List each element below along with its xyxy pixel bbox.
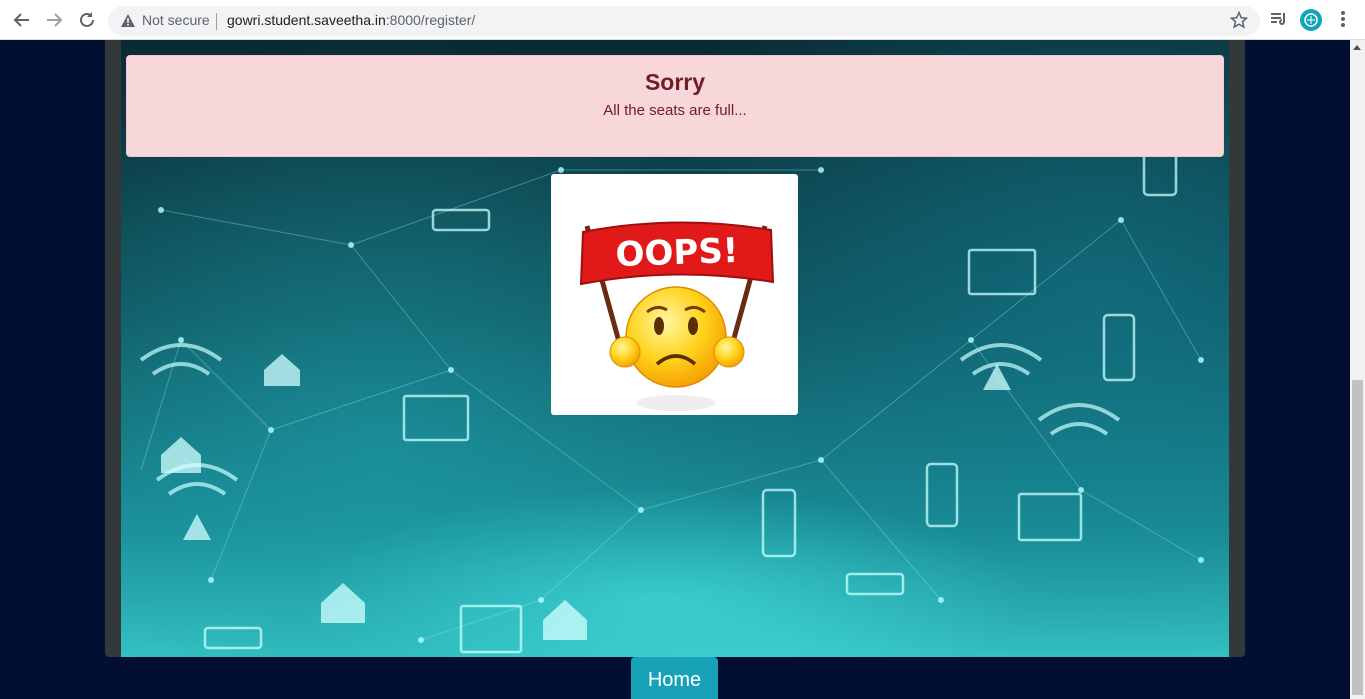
home-button[interactable]: Home (631, 657, 718, 699)
banner-text: OOPS! (615, 231, 739, 275)
error-alert: Sorry All the seats are full... (126, 55, 1224, 157)
browser-toolbar: Not secure gowri.student.saveetha.in:800… (0, 0, 1365, 40)
url-path: :8000/register/ (385, 12, 476, 28)
address-bar[interactable]: Not secure gowri.student.saveetha.in:800… (108, 6, 1260, 36)
profile-avatar-icon[interactable] (1300, 9, 1322, 35)
back-arrow-icon[interactable] (12, 10, 32, 30)
divider (216, 13, 217, 30)
page-scrollbar[interactable] (1350, 40, 1365, 699)
media-playlist-icon[interactable] (1270, 10, 1288, 32)
security-status[interactable]: Not secure (142, 12, 210, 28)
reload-icon[interactable] (77, 10, 97, 30)
alert-message: All the seats are full... (603, 102, 747, 119)
url-host: gowri.student.saveetha.in (227, 12, 386, 28)
scrollbar-thumb[interactable] (1352, 380, 1363, 695)
warning-icon (120, 13, 136, 32)
more-menu-icon[interactable] (1340, 10, 1346, 32)
forward-arrow-icon[interactable] (44, 10, 64, 30)
url-text[interactable]: gowri.student.saveetha.in:8000/register/ (227, 12, 475, 28)
bookmark-star-icon[interactable] (1229, 10, 1249, 33)
oops-image: OOPS! (551, 174, 798, 415)
alert-title: Sorry (644, 69, 706, 95)
scroll-up-arrow-icon[interactable] (1353, 45, 1361, 50)
